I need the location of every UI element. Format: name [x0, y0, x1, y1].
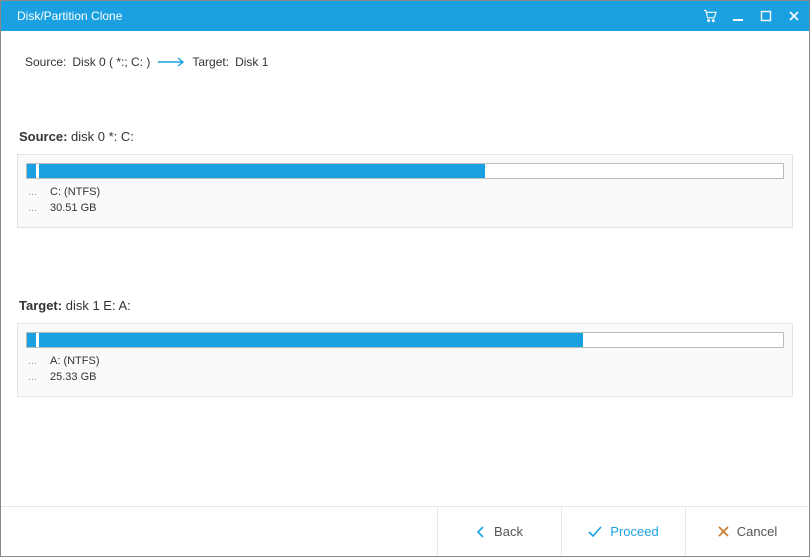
breadcrumb-target-value: Disk 1 — [235, 55, 268, 69]
cart-icon[interactable] — [703, 9, 717, 23]
arrow-right-icon — [156, 57, 186, 67]
target-reserved-segment — [27, 333, 39, 347]
source-section: Source: disk 0 *: C: ... C: (NTFS) ... 3… — [1, 81, 809, 228]
footer: Back Proceed Cancel — [1, 506, 809, 556]
back-button[interactable]: Back — [437, 507, 561, 556]
window-title: Disk/Partition Clone — [17, 9, 703, 23]
target-disk-meta: ... A: (NTFS) ... 25.33 GB — [26, 354, 784, 386]
target-partition-size: 25.33 GB — [50, 370, 96, 386]
back-button-label: Back — [494, 524, 523, 539]
cancel-button-label: Cancel — [737, 524, 777, 539]
target-section: Target: disk 1 E: A: ... A: (NTFS) ... 2… — [1, 228, 809, 397]
close-icon — [718, 526, 729, 537]
target-fill-segment — [39, 333, 583, 347]
titlebar: Disk/Partition Clone — [1, 1, 809, 31]
footer-spacer — [1, 507, 437, 556]
ellipsis-icon: ... — [28, 185, 40, 201]
breadcrumb: Source: Disk 0 ( *:; C: ) Target: Disk 1 — [1, 31, 809, 81]
source-disk-meta: ... C: (NTFS) ... 30.51 GB — [26, 185, 784, 217]
breadcrumb-source-value: Disk 0 ( *:; C: ) — [72, 55, 150, 69]
target-partition-label: A: (NTFS) — [50, 354, 100, 370]
minimize-icon[interactable] — [731, 9, 745, 23]
target-heading: Target: disk 1 E: A: — [17, 298, 793, 313]
window-controls — [703, 9, 801, 23]
check-icon — [588, 526, 602, 538]
ellipsis-icon: ... — [28, 201, 40, 217]
source-disk-panel: ... C: (NTFS) ... 30.51 GB — [17, 154, 793, 228]
ellipsis-icon: ... — [28, 370, 40, 386]
target-heading-value: disk 1 E: A: — [66, 298, 131, 313]
cancel-button[interactable]: Cancel — [685, 507, 809, 556]
source-fill-segment — [39, 164, 485, 178]
breadcrumb-source-label: Source: — [25, 55, 66, 69]
app-window: Disk/Partition Clone Source: — [0, 0, 810, 557]
target-disk-panel: ... A: (NTFS) ... 25.33 GB — [17, 323, 793, 397]
breadcrumb-target-label: Target: — [192, 55, 229, 69]
target-usage-bar — [26, 332, 784, 348]
source-heading: Source: disk 0 *: C: — [17, 129, 793, 144]
source-reserved-segment — [27, 164, 39, 178]
close-icon[interactable] — [787, 9, 801, 23]
source-partition-label: C: (NTFS) — [50, 185, 100, 201]
source-partition-size: 30.51 GB — [50, 201, 96, 217]
source-usage-bar — [26, 163, 784, 179]
proceed-button[interactable]: Proceed — [561, 507, 685, 556]
target-heading-label: Target: — [19, 298, 62, 313]
ellipsis-icon: ... — [28, 354, 40, 370]
source-heading-value: disk 0 *: C: — [71, 129, 134, 144]
maximize-icon[interactable] — [759, 9, 773, 23]
chevron-left-icon — [476, 526, 486, 538]
spacer — [1, 397, 809, 506]
content-area: Source: Disk 0 ( *:; C: ) Target: Disk 1… — [1, 31, 809, 556]
proceed-button-label: Proceed — [610, 524, 658, 539]
source-heading-label: Source: — [19, 129, 67, 144]
